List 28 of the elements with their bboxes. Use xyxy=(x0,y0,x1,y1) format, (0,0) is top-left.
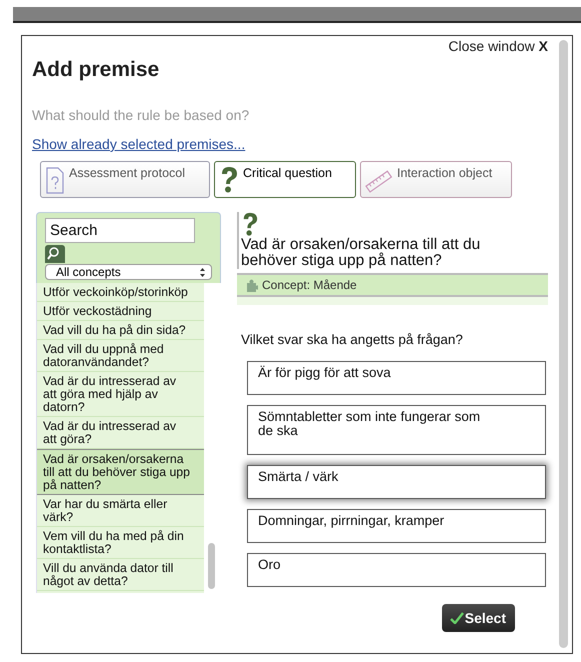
question-text: Vad är orsaken/orsakerna till att du behöver stiga upp på natten? xyxy=(241,237,482,269)
answer-option[interactable]: Smärta / värk xyxy=(247,465,546,499)
search-field[interactable]: Search xyxy=(45,218,195,243)
scrollbar-thumb[interactable] xyxy=(208,543,215,589)
puzzle-icon xyxy=(245,278,258,292)
question-mark-icon xyxy=(241,212,259,237)
answer-option[interactable]: Sömntabletter som inte fungerar som de ska xyxy=(247,405,546,455)
show-selected-link[interactable]: Show already selected premises... xyxy=(32,136,246,152)
check-icon xyxy=(450,612,464,624)
answer-option[interactable]: Domningar, pirrningar, kramper xyxy=(247,509,546,543)
search-icon[interactable] xyxy=(45,245,65,263)
premise-tab[interactable]: Critical question xyxy=(214,161,356,198)
answer-option[interactable]: Oro xyxy=(247,553,546,587)
scrollbar[interactable] xyxy=(559,40,568,648)
concept-label: Concept: Mående xyxy=(262,278,357,292)
answer-option[interactable]: Är för pigg för att sova xyxy=(247,361,546,395)
premise-tab[interactable]: Assessment protocol xyxy=(40,161,210,198)
subtitle: What should the rule be based on? xyxy=(32,107,250,123)
document-icon xyxy=(45,166,65,194)
dialog-title: Add premise xyxy=(32,58,160,82)
premise-tab[interactable]: Interaction object xyxy=(360,161,512,198)
select-button[interactable]: Select xyxy=(442,604,515,632)
question-mark-icon xyxy=(219,166,239,194)
close-window-link[interactable]: Close window X xyxy=(448,38,548,54)
answer-prompt: Vilket svar ska ha angetts på frågan? xyxy=(241,332,464,347)
concept-dropdown[interactable]: All concepts xyxy=(45,264,212,280)
updown-icon xyxy=(200,268,205,276)
concept-list-item[interactable]: Vad är orsaken/orsakerna till att du behöver stiga upp på natten? xyxy=(37,449,204,495)
